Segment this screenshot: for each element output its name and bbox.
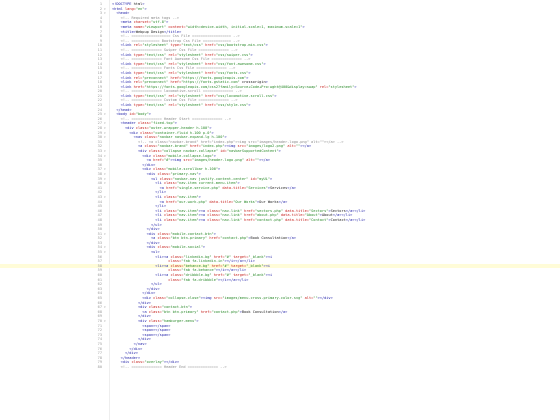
line-text[interactable]: <!-- ============== Header End =========… xyxy=(112,365,556,370)
line-number: 80 xyxy=(97,364,102,369)
code-editor[interactable]: 1 <!DOCTYPE html> 2 ▾ <html lang="en"> 3 ▾ <he… xyxy=(0,0,560,420)
code-lines[interactable]: 1 <!DOCTYPE html> 2 ▾ <html lang="en"> 3 ▾ <he… xyxy=(0,2,560,370)
code-line[interactable]: 80 <!-- ============== Header End ======… xyxy=(0,365,560,370)
